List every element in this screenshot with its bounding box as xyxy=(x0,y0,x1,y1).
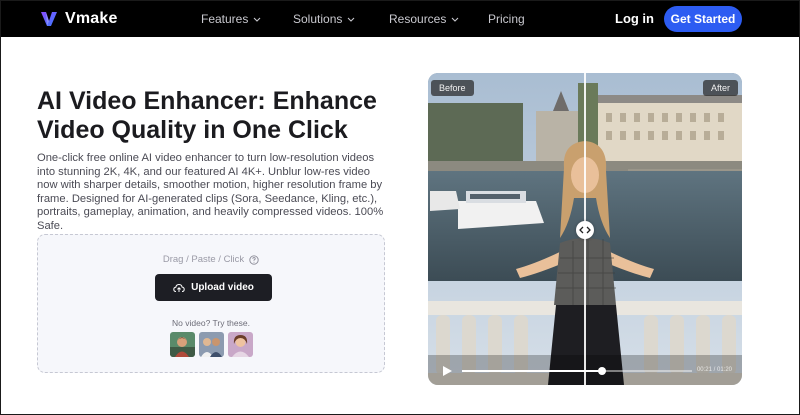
drag-paste-click-hint: Drag / Paste / Click xyxy=(38,254,384,265)
nav-resources[interactable]: Resources xyxy=(389,12,459,26)
before-label: Before xyxy=(431,80,474,96)
hero-description: One-click free online AI video enhancer … xyxy=(37,152,384,232)
after-label: After xyxy=(702,80,738,96)
nav-features[interactable]: Features xyxy=(201,12,261,26)
before-after-video-preview[interactable]: Before After 00:21 / 01:20 xyxy=(428,73,742,385)
upload-dropzone[interactable]: Drag / Paste / Click Upload video No vid… xyxy=(37,234,385,373)
progress-knob[interactable] xyxy=(598,367,607,375)
video-controls: 00:21 / 01:20 xyxy=(428,357,742,385)
progress-track[interactable] xyxy=(462,367,692,375)
compare-slider-handle[interactable] xyxy=(576,221,594,239)
nav-pricing[interactable]: Pricing xyxy=(488,12,525,26)
cloud-upload-icon xyxy=(173,283,185,292)
progress-fill xyxy=(462,370,603,372)
nav-resources-label: Resources xyxy=(389,12,447,26)
play-icon[interactable] xyxy=(441,365,453,377)
chevron-down-icon xyxy=(451,17,459,22)
upload-video-label: Upload video xyxy=(191,282,254,293)
nav-pricing-label: Pricing xyxy=(488,12,525,26)
vmake-logo-icon xyxy=(41,12,57,26)
chevron-down-icon xyxy=(347,17,355,22)
chevron-down-icon xyxy=(253,17,261,22)
brand-name: Vmake xyxy=(65,10,118,27)
top-navigation: Vmake Features Solutions Resources Prici… xyxy=(1,1,799,37)
no-video-hint: No video? Try these. xyxy=(172,318,250,328)
question-circle-icon[interactable] xyxy=(249,254,259,265)
sample-video-1[interactable] xyxy=(170,332,195,357)
upload-video-button[interactable]: Upload video xyxy=(155,274,272,301)
get-started-button[interactable]: Get Started xyxy=(664,6,742,32)
login-link[interactable]: Log in xyxy=(615,11,654,26)
compare-arrows-icon xyxy=(579,226,591,234)
sample-video-2[interactable] xyxy=(199,332,224,357)
nav-solutions[interactable]: Solutions xyxy=(293,12,355,26)
drag-hint-label: Drag / Paste / Click xyxy=(162,254,245,265)
page-title: AI Video Enhancer: Enhance Video Quality… xyxy=(37,87,377,144)
sample-video-3[interactable] xyxy=(228,332,253,357)
nav-solutions-label: Solutions xyxy=(293,12,343,26)
brand-logo[interactable]: Vmake xyxy=(39,9,118,29)
sample-videos xyxy=(170,332,253,357)
nav-features-label: Features xyxy=(201,12,249,26)
video-time: 00:21 / 01:20 xyxy=(696,367,732,373)
